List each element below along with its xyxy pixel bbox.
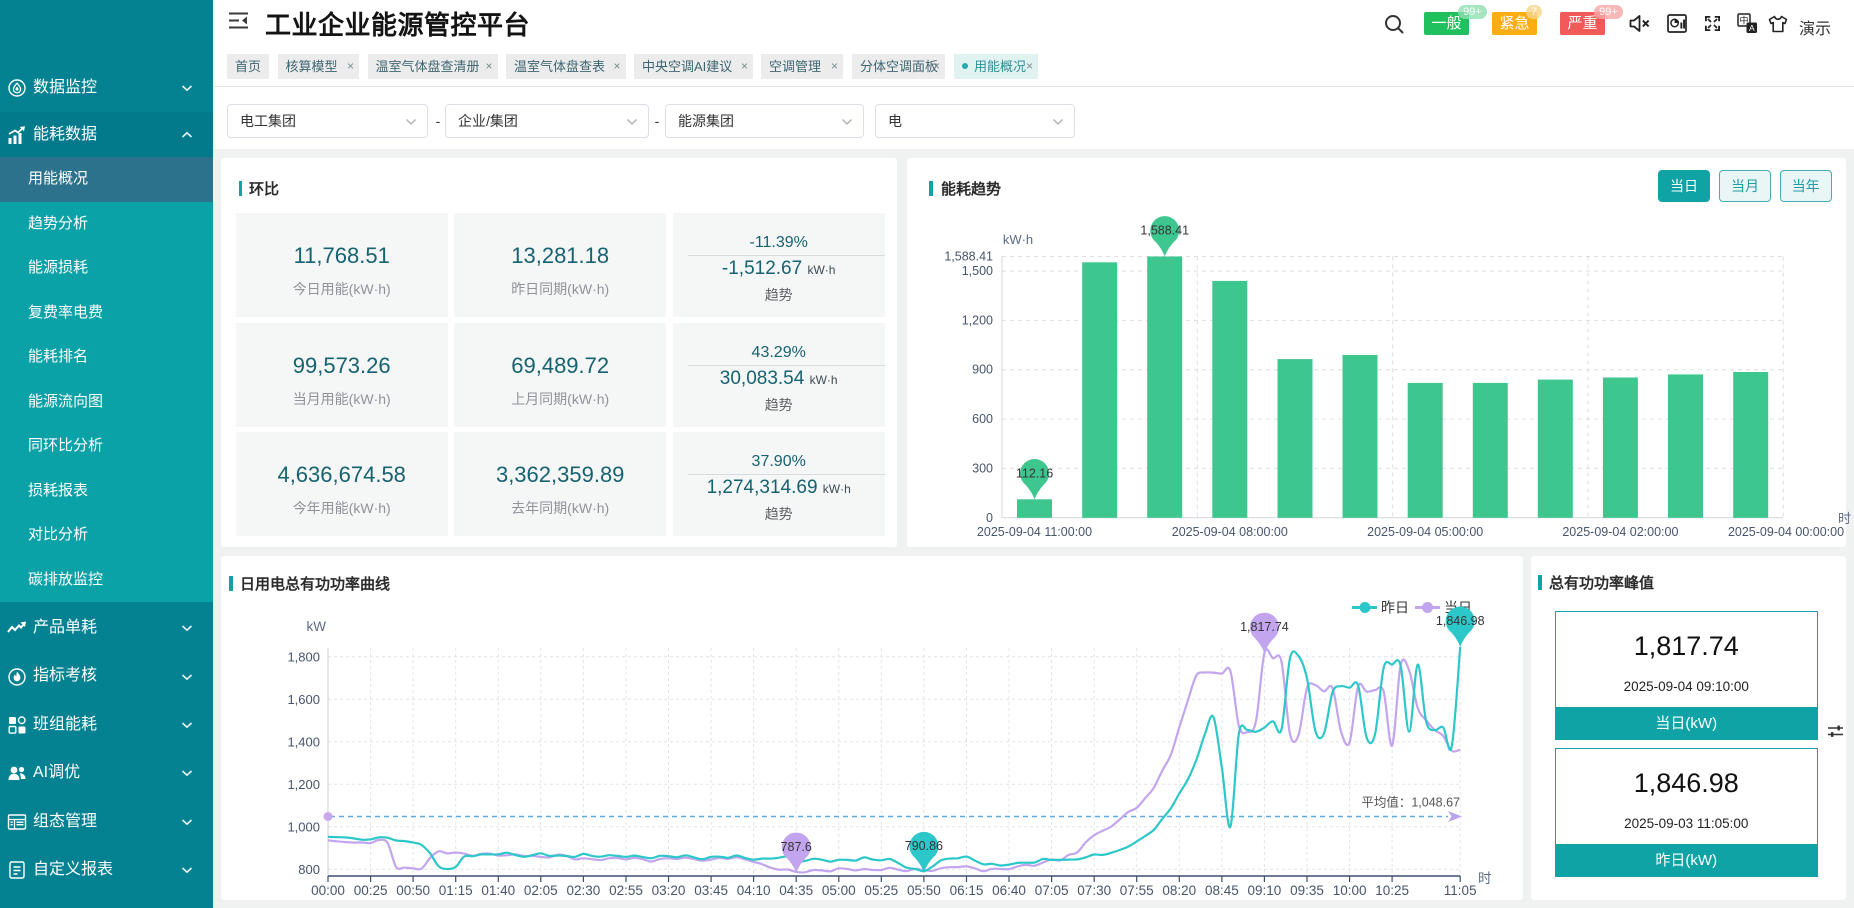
svg-text:787.6: 787.6 <box>781 840 812 854</box>
svg-text:kW·h: kW·h <box>1003 232 1033 247</box>
svg-text:06:40: 06:40 <box>992 883 1026 898</box>
svg-text:08:20: 08:20 <box>1162 883 1196 898</box>
svg-text:05:00: 05:00 <box>822 883 856 898</box>
svg-text:09:35: 09:35 <box>1290 883 1324 898</box>
svg-text:07:05: 07:05 <box>1035 883 1069 898</box>
svg-text:1,200: 1,200 <box>287 777 320 792</box>
svg-text:00:25: 00:25 <box>354 883 388 898</box>
svg-text:昨日: 昨日 <box>1381 600 1409 616</box>
svg-text:1,800: 1,800 <box>287 649 320 664</box>
svg-text:A: A <box>1749 23 1755 33</box>
svg-text:800: 800 <box>298 862 320 877</box>
svg-text:10:00: 10:00 <box>1333 883 1367 898</box>
svg-text:01:15: 01:15 <box>439 883 473 898</box>
svg-text:1,000: 1,000 <box>287 819 320 834</box>
svg-text:1,846.98: 1,846.98 <box>1436 614 1485 628</box>
svg-text:1,817.74: 1,817.74 <box>1240 620 1289 634</box>
svg-text:00:50: 00:50 <box>396 883 430 898</box>
svg-text:时: 时 <box>1478 871 1492 886</box>
svg-text:01:40: 01:40 <box>481 883 515 898</box>
svg-text:2025-09-04 02:00:00: 2025-09-04 02:00:00 <box>1562 525 1678 539</box>
svg-text:2025-09-04 08:00:00: 2025-09-04 08:00:00 <box>1172 525 1288 539</box>
svg-text:900: 900 <box>972 363 993 377</box>
svg-text:03:20: 03:20 <box>652 883 686 898</box>
svg-text:1,588.41: 1,588.41 <box>944 250 993 264</box>
svg-text:790.86: 790.86 <box>905 839 943 853</box>
svg-text:时: 时 <box>1838 511 1851 526</box>
svg-text:1,588.41: 1,588.41 <box>1140 224 1189 238</box>
svg-text:平均值：1,048.67: 平均值：1,048.67 <box>1361 795 1460 810</box>
svg-text:1,500: 1,500 <box>962 264 993 278</box>
svg-text:04:10: 04:10 <box>737 883 771 898</box>
svg-text:07:30: 07:30 <box>1077 883 1111 898</box>
svg-text:03:45: 03:45 <box>694 883 728 898</box>
svg-text:05:50: 05:50 <box>907 883 941 898</box>
svg-text:06:15: 06:15 <box>950 883 984 898</box>
svg-text:112.16: 112.16 <box>1016 466 1053 480</box>
svg-text:1,200: 1,200 <box>962 313 993 327</box>
svg-text:04:35: 04:35 <box>779 883 813 898</box>
svg-text:00:00: 00:00 <box>311 883 345 898</box>
svg-text:1,600: 1,600 <box>287 692 320 707</box>
svg-text:02:30: 02:30 <box>567 883 601 898</box>
svg-text:0: 0 <box>986 511 993 525</box>
svg-text:11:05: 11:05 <box>1444 883 1477 898</box>
svg-text:kW: kW <box>307 619 327 634</box>
svg-text:07:55: 07:55 <box>1120 883 1154 898</box>
svg-text:05:25: 05:25 <box>864 883 898 898</box>
svg-text:600: 600 <box>972 412 993 426</box>
svg-text:2025-09-04 00:00:00: 2025-09-04 00:00:00 <box>1728 525 1844 539</box>
svg-text:300: 300 <box>972 461 993 475</box>
svg-text:2025-09-04 05:00:00: 2025-09-04 05:00:00 <box>1367 525 1483 539</box>
svg-text:09:10: 09:10 <box>1248 883 1282 898</box>
svg-text:08:45: 08:45 <box>1205 883 1239 898</box>
svg-text:2025-09-04 11:00:00: 2025-09-04 11:00:00 <box>977 525 1092 539</box>
svg-text:02:05: 02:05 <box>524 883 558 898</box>
svg-text:1,400: 1,400 <box>287 734 320 749</box>
svg-text:02:55: 02:55 <box>609 883 643 898</box>
svg-text:10:25: 10:25 <box>1375 883 1409 898</box>
